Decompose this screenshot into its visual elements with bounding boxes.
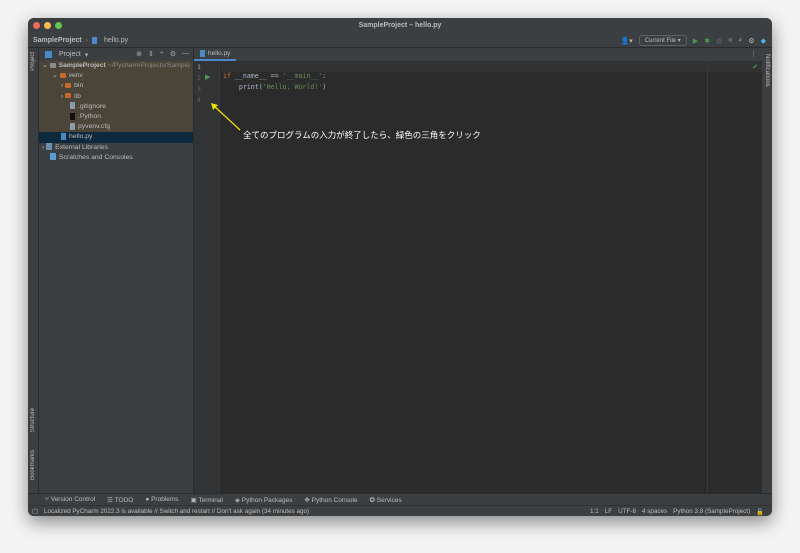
line-number: 1 xyxy=(197,63,201,71)
root-path: ~/PycharmProjects/Sample xyxy=(107,62,190,69)
version-control-tab[interactable]: ⑂ Version Control xyxy=(45,496,95,503)
project-panel-header: Project ▾ ⊕ ⇕ ÷ ⚙ — xyxy=(39,48,193,61)
folder-icon xyxy=(59,72,66,78)
lock-icon[interactable]: 🔓 xyxy=(756,508,764,516)
maximize-button[interactable] xyxy=(55,22,62,29)
annotation-text: 全てのプログラムの入力が終了したら、緑色の三角をクリック xyxy=(243,130,481,140)
minimize-button[interactable] xyxy=(44,22,51,29)
editor-tabs: hello.py ⋮ xyxy=(194,48,762,61)
window-controls xyxy=(33,22,62,29)
pycharm-logo-icon[interactable]: ◆ xyxy=(761,37,766,45)
project-panel: Project ▾ ⊕ ⇕ ÷ ⚙ — ⌄ SampleProject ~/Pyc… xyxy=(39,48,194,493)
check-icon: ✔ xyxy=(752,64,758,71)
tree-item-python[interactable]: .Python xyxy=(39,112,193,122)
right-margin-guide xyxy=(707,61,708,493)
python-file-icon xyxy=(61,133,66,141)
bookmarks-tool-button[interactable]: Bookmarks xyxy=(30,450,36,480)
services-tab[interactable]: ✪ Services xyxy=(370,496,402,504)
layout-icon[interactable]: ▢ xyxy=(32,508,38,515)
python-console-tab[interactable]: ✥ Python Console xyxy=(304,496,357,504)
coverage-icon[interactable]: ◍ xyxy=(716,37,722,45)
main-toolbar: 👤▾ Current File ▾ ▶ ✱ ◍ ■ ⌕ ⚙ ◆ xyxy=(621,34,766,47)
tree-item-venv[interactable]: ⌄ venv xyxy=(39,71,193,81)
chevron-right-icon: › xyxy=(85,36,88,44)
title-bar: SampleProject – hello.py xyxy=(28,18,772,33)
project-view-icon xyxy=(45,51,52,58)
annotation-arrow xyxy=(211,103,241,131)
tree-item-hello-py[interactable]: hello.py xyxy=(39,132,193,143)
collapse-all-icon[interactable]: ÷ xyxy=(160,50,164,58)
caret-position[interactable]: 1:1 xyxy=(590,508,599,515)
window-title: SampleProject – hello.py xyxy=(358,22,442,29)
file-encoding[interactable]: UTF-8 xyxy=(618,508,636,515)
todo-tab[interactable]: ☰ TODO xyxy=(107,496,133,504)
python-file-icon xyxy=(200,49,205,57)
folder-icon xyxy=(65,93,72,99)
python-packages-tab[interactable]: ◈ Python Packages xyxy=(235,496,292,504)
project-view-select[interactable]: Project xyxy=(59,51,81,58)
binary-file-icon xyxy=(70,112,75,120)
tree-item-bin[interactable]: › bin xyxy=(39,81,193,91)
line-number: 3 xyxy=(197,85,201,93)
project-tool-button[interactable]: Project xyxy=(30,52,36,71)
scratches-icon xyxy=(50,153,56,161)
status-bar: ▢ Localized PyCharm 2022.3 is available … xyxy=(28,505,772,516)
run-icon[interactable]: ▶ xyxy=(693,37,698,45)
editor: hello.py ⋮ 1 2 3 4 ▶ ✔ if __name__ == '_… xyxy=(194,48,762,493)
tree-item-gitignore[interactable]: .gitignore xyxy=(39,102,193,112)
file-icon xyxy=(70,102,75,110)
library-icon xyxy=(46,143,53,151)
problems-tab[interactable]: ● Problems xyxy=(145,496,178,503)
pycharm-window: SampleProject – hello.py SampleProject ›… xyxy=(28,18,772,516)
expand-all-icon[interactable]: ⇕ xyxy=(148,50,154,58)
tree-item-external-libraries[interactable]: › External Libraries xyxy=(39,143,193,153)
interpreter-select[interactable]: Python 3.8 (SampleProject) xyxy=(673,508,750,515)
code-line-3[interactable]: print('Hello, World!') xyxy=(223,83,326,91)
breadcrumb-project[interactable]: SampleProject xyxy=(33,37,82,44)
python-file-icon xyxy=(91,36,97,44)
breadcrumb-file[interactable]: hello.py xyxy=(104,37,128,44)
file-icon xyxy=(70,122,75,130)
line-number: 2 xyxy=(197,74,201,82)
right-tool-stripe: Notifications xyxy=(762,48,772,493)
run-config-label: Current File xyxy=(644,38,677,44)
line-separator[interactable]: LF xyxy=(605,508,612,515)
more-icon[interactable]: ⋮ xyxy=(750,50,757,58)
gear-icon[interactable]: ⚙ xyxy=(748,37,754,45)
tab-hello-py[interactable]: hello.py xyxy=(194,48,237,61)
indent-setting[interactable]: 4 spaces xyxy=(642,508,667,515)
project-tree: ⌄ SampleProject ~/PycharmProjects/Sample… xyxy=(39,61,193,163)
search-icon[interactable]: ⌕ xyxy=(738,37,742,45)
tree-item-root[interactable]: ⌄ SampleProject ~/PycharmProjects/Sample xyxy=(39,61,193,71)
tree-item-pyvenv[interactable]: pyvenv.cfg xyxy=(39,122,193,132)
structure-tool-button[interactable]: Structure xyxy=(30,408,36,432)
folder-icon xyxy=(65,83,72,89)
tree-item-lib[interactable]: › lib xyxy=(39,92,193,102)
current-line-highlight xyxy=(221,61,762,72)
debug-icon[interactable]: ✱ xyxy=(704,37,710,45)
left-tool-stripe: Project Structure Bookmarks xyxy=(28,48,39,493)
terminal-tab[interactable]: ▣ Terminal xyxy=(191,496,223,504)
root-name: SampleProject xyxy=(58,62,106,69)
tool-window-bar: ⑂ Version Control ☰ TODO ● Problems ▣ Te… xyxy=(28,493,772,505)
stop-icon[interactable]: ■ xyxy=(728,37,732,44)
tree-item-scratches[interactable]: Scratches and Consoles xyxy=(39,153,193,163)
hide-icon[interactable]: — xyxy=(182,50,189,58)
line-number: 4 xyxy=(197,96,201,104)
status-message[interactable]: Localized PyCharm 2022.3 is available //… xyxy=(44,508,309,515)
close-button[interactable] xyxy=(33,22,40,29)
locate-icon[interactable]: ⊕ xyxy=(136,50,142,58)
code-line-2[interactable]: if __name__ == '__main__': xyxy=(223,72,326,80)
run-gutter-icon[interactable]: ▶ xyxy=(205,73,210,81)
notifications-tool-button[interactable]: Notifications xyxy=(764,54,770,87)
gear-icon[interactable]: ⚙ xyxy=(170,50,176,58)
run-config-select[interactable]: Current File ▾ xyxy=(638,35,687,46)
user-icon[interactable]: 👤▾ xyxy=(621,37,633,45)
